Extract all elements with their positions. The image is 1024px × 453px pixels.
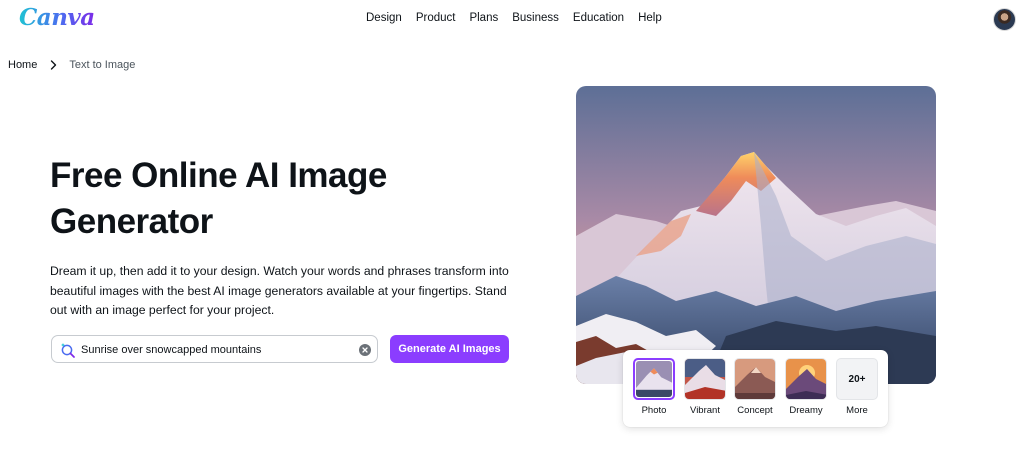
- style-photo-label: Photo: [641, 405, 667, 416]
- breadcrumb: Home Text to Image: [8, 59, 135, 71]
- style-dreamy-thumb: [785, 358, 827, 400]
- page-title: Free Online AI Image Generator: [50, 156, 387, 241]
- nav-education[interactable]: Education: [573, 12, 624, 24]
- breadcrumb-home[interactable]: Home: [8, 59, 37, 71]
- style-more-label: More: [846, 405, 868, 416]
- prompt-input[interactable]: [81, 341, 351, 358]
- style-concept-label: Concept: [737, 405, 773, 416]
- style-picker: Photo Vibrant Concept Dreamy 20+ More: [623, 350, 888, 427]
- canva-logo[interactable]: Canva: [19, 4, 95, 31]
- sparkle-search-icon: [60, 342, 76, 358]
- nav-business[interactable]: Business: [512, 12, 559, 24]
- main-nav: Design Product Plans Business Education …: [366, 12, 662, 24]
- style-vibrant-label: Vibrant: [690, 405, 720, 416]
- style-dreamy-label: Dreamy: [789, 405, 823, 416]
- generate-button[interactable]: Generate AI Images: [390, 335, 509, 363]
- user-avatar[interactable]: [993, 8, 1016, 31]
- style-vibrant[interactable]: Vibrant: [683, 358, 727, 416]
- top-header: Canva Design Product Plans Business Educ…: [0, 0, 1024, 40]
- page-description: Dream it up, then add it to your design.…: [50, 264, 509, 317]
- style-concept[interactable]: Concept: [733, 358, 777, 416]
- nav-plans[interactable]: Plans: [469, 12, 498, 24]
- prompt-field[interactable]: [51, 335, 378, 363]
- chevron-right-icon: [50, 60, 57, 70]
- style-dreamy[interactable]: Dreamy: [784, 358, 828, 416]
- mountain-sunrise-image: [576, 86, 936, 384]
- style-vibrant-thumb: [684, 358, 726, 400]
- nav-design[interactable]: Design: [366, 12, 402, 24]
- clear-icon[interactable]: [359, 344, 371, 356]
- style-more[interactable]: 20+ More: [835, 358, 879, 416]
- style-concept-thumb: [734, 358, 776, 400]
- breadcrumb-current: Text to Image: [69, 59, 136, 71]
- nav-help[interactable]: Help: [638, 12, 662, 24]
- style-photo[interactable]: Photo: [632, 358, 676, 416]
- nav-product[interactable]: Product: [416, 12, 456, 24]
- style-photo-thumb: [633, 358, 675, 400]
- style-more-count: 20+: [836, 358, 878, 400]
